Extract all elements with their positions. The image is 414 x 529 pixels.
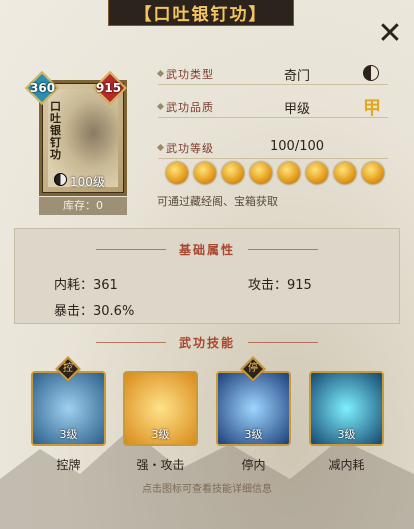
stock-count: 库存：0 — [39, 197, 127, 215]
row-marker-icon — [156, 143, 165, 152]
type-value: 奇门 — [284, 69, 311, 84]
level-orb-icon — [362, 162, 384, 184]
close-button[interactable]: ✕ — [376, 19, 404, 49]
yinyang-icon — [54, 173, 67, 186]
badge-label: 停 — [248, 363, 258, 374]
left-gem-value: 360 — [30, 81, 56, 95]
skill-title: 【口吐银钉功】 — [108, 0, 294, 26]
grade-label: 武功品质 — [166, 101, 214, 114]
skill-tingnei-button[interactable]: 3级 — [216, 371, 291, 446]
level-orb-icon — [278, 162, 300, 184]
level-orb-icon — [250, 162, 272, 184]
skill-detail-panel: 【口吐银钉功】 ✕ 口吐银钉功 100级 360 915 库存：0 武功类型 奇… — [0, 0, 414, 529]
level-orb-icon — [306, 162, 328, 184]
skills-header: 武功技能 — [178, 336, 235, 350]
crit-stat: 暴击：30.6% — [54, 304, 135, 319]
card-level: 100级 — [70, 175, 105, 189]
skill-level: 3级 — [59, 428, 78, 441]
level-orbs — [166, 162, 384, 184]
right-gem-value: 915 — [96, 81, 122, 95]
internal-cost-stat: 内耗：361 — [54, 278, 118, 293]
skill-name: 停内 — [241, 458, 266, 472]
grade-row: 武功品质 甲级 甲 — [156, 96, 388, 119]
skill-name: 控牌 — [56, 458, 81, 472]
card-name: 口吐银钉功 — [50, 100, 61, 161]
level-orb-icon — [194, 162, 216, 184]
type-label: 武功类型 — [166, 68, 214, 81]
badge-label: 控 — [63, 363, 73, 374]
row-marker-icon — [156, 69, 165, 78]
level-label: 武功等级 — [166, 142, 214, 155]
level-orb-icon — [222, 162, 244, 184]
grade-value: 甲级 — [284, 102, 311, 117]
skill-reduce-cost-button[interactable]: 3级 — [309, 371, 384, 446]
level-value: 100/100 — [270, 139, 325, 154]
attributes-header: 基础属性 — [178, 243, 235, 257]
level-row: 武功等级 100/100 — [156, 137, 388, 159]
level-orb-icon — [166, 162, 188, 184]
skill-level: 3级 — [337, 428, 356, 441]
skill-name: 减内耗 — [328, 458, 365, 472]
skill-kongpai-button[interactable]: 3级 — [31, 371, 106, 446]
level-orb-icon — [334, 162, 356, 184]
grade-jia-icon: 甲 — [363, 98, 381, 119]
skill-name: 强・攻击 — [136, 458, 185, 472]
attack-stat: 攻击：915 — [248, 278, 312, 293]
skill-level: 3级 — [244, 428, 263, 441]
row-marker-icon — [156, 102, 165, 111]
skill-strong-attack-button[interactable]: 3级 — [123, 371, 198, 446]
yinyang-type-icon — [363, 65, 379, 81]
footer-hint: 点击图标可查看技能详细信息 — [142, 484, 272, 495]
type-row: 武功类型 奇门 — [156, 63, 388, 85]
acquire-hint: 可通过藏经阁、宝箱获取 — [157, 195, 278, 208]
skill-level: 3级 — [151, 428, 170, 441]
